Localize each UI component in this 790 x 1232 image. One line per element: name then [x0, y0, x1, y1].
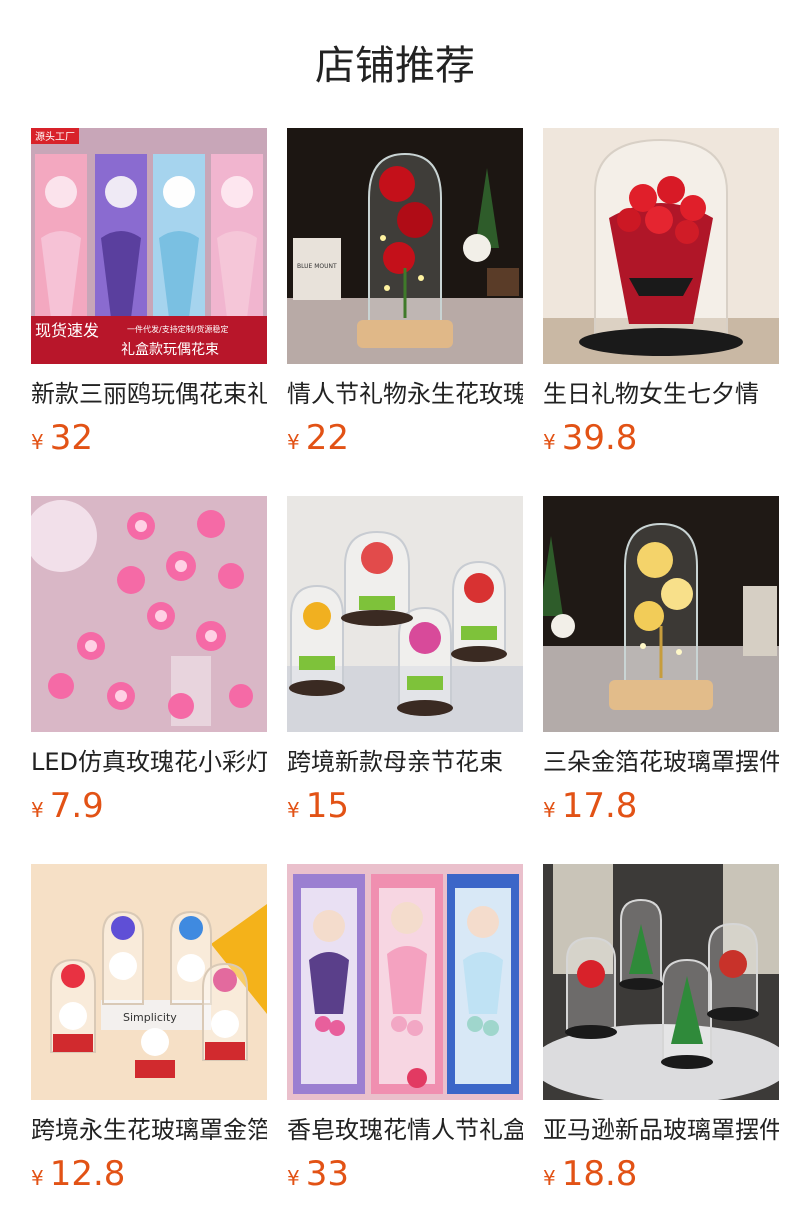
product-name[interactable]: 三朵金箔花玻璃罩摆件 [543, 746, 779, 778]
product-price: ¥33 [287, 1154, 523, 1200]
page-title: 店铺推荐 [315, 43, 475, 89]
currency-symbol: ¥ [31, 430, 44, 454]
product-name[interactable]: 跨境新款母亲节花束 [287, 746, 523, 778]
price-value: 7.9 [49, 786, 104, 826]
product-price: ¥18.8 [543, 1154, 779, 1200]
price-value: 32 [49, 418, 93, 458]
badge-left-text: 现货速发 [35, 321, 99, 340]
badge-top-text: 源头工厂 [35, 130, 75, 143]
price-value: 33 [305, 1154, 349, 1194]
product-image[interactable] [543, 496, 779, 732]
product-card[interactable]: Simplicity 跨境永生花玻璃罩金箔 ¥ 12.8 [31, 864, 267, 1194]
price-value: 22 [305, 418, 349, 458]
currency-symbol: ¥ [31, 1166, 44, 1190]
product-image[interactable]: BLUE MOUNT [287, 128, 523, 364]
product-name[interactable]: LED仿真玫瑰花小彩灯 [31, 746, 267, 778]
badge-right-top-text: 一件代发/支持定制/货源稳定 [127, 324, 228, 334]
product-price: ¥22 [287, 418, 523, 464]
product-name[interactable]: 生日礼物女生七夕情 [543, 378, 779, 410]
price-value: 39.8 [561, 418, 638, 458]
jar-label-text: BLUE MOUNT [297, 263, 337, 270]
product-card[interactable]: BLUE MOUNT 情人节礼物永生花玫瑰 ¥22 [287, 128, 523, 458]
product-name[interactable]: 跨境永生花玻璃罩金箔 [31, 1114, 267, 1146]
product-image[interactable]: Simplicity [31, 864, 267, 1100]
product-card[interactable]: 跨境新款母亲节花束 ¥15 [287, 496, 523, 826]
product-name[interactable]: 情人节礼物永生花玫瑰 [287, 378, 523, 410]
product-price: ¥15 [287, 786, 523, 832]
product-price: ¥12.8 [31, 1154, 267, 1200]
currency-symbol: ¥ [31, 798, 44, 822]
product-card[interactable]: 三朵金箔花玻璃罩摆件 ¥17.8 [543, 496, 779, 826]
product-image[interactable] [31, 496, 267, 732]
price-value: 17.8 [561, 786, 638, 826]
product-price: ¥39.8 [543, 418, 779, 464]
product-name[interactable]: 香皂玫瑰花情人节礼盒 [287, 1114, 523, 1146]
product-card[interactable]: 生日礼物女生七夕情 ¥39.8 [543, 128, 779, 458]
currency-symbol: ¥ [287, 798, 300, 822]
product-card[interactable]: 源头工厂 现货速发 一件代发/支持定制/货源稳定 礼盒款玩偶花束 新款三丽鸥玩偶… [31, 128, 267, 458]
product-name[interactable]: 新款三丽鸥玩偶花束礼盒 [31, 378, 267, 410]
currency-symbol: ¥ [287, 1166, 300, 1190]
product-image[interactable] [543, 864, 779, 1100]
product-image[interactable] [287, 496, 523, 732]
product-price: ¥32 [31, 418, 267, 464]
product-image[interactable] [543, 128, 779, 364]
currency-symbol: ¥ [287, 430, 300, 454]
price-value: 18.8 [561, 1154, 638, 1194]
product-card[interactable]: 亚马逊新品玻璃罩摆件 ¥18.8 [543, 864, 779, 1194]
currency-symbol: ¥ [543, 798, 556, 822]
product-grid: 源头工厂 现货速发 一件代发/支持定制/货源稳定 礼盒款玩偶花束 新款三丽鸥玩偶… [31, 128, 779, 1194]
product-card[interactable]: 香皂玫瑰花情人节礼盒 ¥33 [287, 864, 523, 1194]
currency-symbol: ¥ [543, 1166, 556, 1190]
product-price: ¥7.9 [31, 786, 267, 832]
price-value: 12.8 [49, 1154, 126, 1194]
product-card[interactable]: LED仿真玫瑰花小彩灯 ¥7.9 [31, 496, 267, 826]
product-image[interactable] [287, 864, 523, 1100]
badge-right-bottom-text: 礼盒款玩偶花束 [121, 341, 219, 358]
price-value: 15 [305, 786, 349, 826]
product-name[interactable]: 亚马逊新品玻璃罩摆件 [543, 1114, 779, 1146]
product-image[interactable]: 源头工厂 现货速发 一件代发/支持定制/货源稳定 礼盒款玩偶花束 [31, 128, 267, 364]
product-price: ¥17.8 [543, 786, 779, 832]
currency-symbol: ¥ [543, 430, 556, 454]
box-label-text: Simplicity [123, 1011, 177, 1024]
